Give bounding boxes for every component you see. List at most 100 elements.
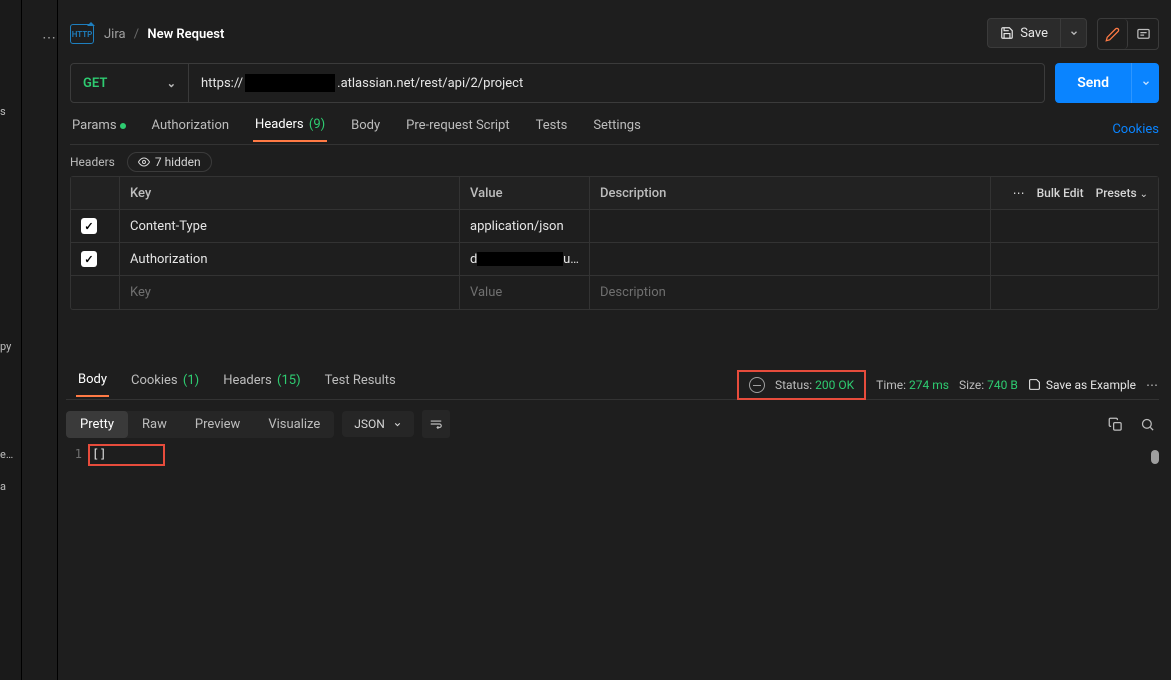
format-preview[interactable]: Preview: [181, 411, 254, 438]
header-desc-placeholder[interactable]: Description: [589, 276, 990, 309]
more-icon[interactable]: ⋯: [1146, 378, 1159, 392]
line-content: []: [92, 447, 106, 461]
header-row-new[interactable]: Key Value Description: [71, 276, 1158, 309]
search-button[interactable]: [1135, 412, 1159, 436]
body-toolbar: Pretty Raw Preview Visualize JSON: [66, 408, 1159, 440]
header-row[interactable]: ✓ Content-Type application/json: [71, 210, 1158, 243]
rail-fragment: py: [0, 340, 21, 353]
headers-table: Key Value Description ⋯ Bulk Edit Preset…: [70, 176, 1159, 310]
request-tabs: Params Authorization Headers (9) Body Pr…: [70, 115, 1159, 145]
header-value-cell[interactable]: du…: [459, 243, 589, 275]
rail-fragment: a: [0, 480, 6, 493]
save-icon: [1028, 378, 1041, 391]
header-value-placeholder[interactable]: Value: [459, 276, 589, 309]
request-row: GET ⌄ https://.atlassian.net/rest/api/2/…: [70, 63, 1159, 103]
tab-response-headers[interactable]: Headers (15): [221, 373, 302, 396]
url-input[interactable]: https://.atlassian.net/rest/api/2/projec…: [189, 64, 1044, 102]
status-highlight: Status: 200 OK: [737, 370, 866, 400]
comment-icon: [1136, 27, 1151, 42]
save-dropdown[interactable]: [1060, 19, 1086, 47]
response-body[interactable]: 1 []: [66, 444, 1159, 680]
presets-dropdown[interactable]: Presets ⌄: [1096, 186, 1148, 200]
chevron-down-icon: [1141, 78, 1151, 88]
language-select[interactable]: JSON: [342, 411, 414, 437]
tab-settings[interactable]: Settings: [591, 118, 642, 141]
left-rail: ⋯: [22, 0, 58, 680]
time-value: 274 ms: [909, 378, 949, 392]
format-pretty[interactable]: Pretty: [66, 411, 128, 438]
wrap-toggle[interactable]: [422, 410, 450, 438]
response-tabs: Body Cookies (1) Headers (15) Test Resul…: [66, 370, 1159, 400]
more-icon[interactable]: ⋯: [1013, 186, 1025, 200]
save-as-example-button[interactable]: Save as Example: [1028, 378, 1136, 392]
breadcrumb-collection[interactable]: Jira: [104, 27, 126, 42]
tab-response-body[interactable]: Body: [76, 372, 109, 397]
header-key-placeholder[interactable]: Key: [119, 276, 459, 309]
hidden-count-label: 7 hidden: [155, 155, 201, 169]
send-label: Send: [1055, 63, 1131, 103]
header-desc-cell[interactable]: [589, 210, 990, 242]
headers-table-head: Key Value Description ⋯ Bulk Edit Preset…: [71, 177, 1158, 210]
size-value: 740 B: [987, 378, 1018, 392]
http-icon: HTTP: [70, 24, 94, 44]
cookies-link[interactable]: Cookies: [1112, 122, 1159, 137]
send-button[interactable]: Send: [1055, 63, 1159, 103]
header-key-cell[interactable]: Content-Type: [119, 210, 459, 242]
edit-button[interactable]: [1098, 19, 1128, 49]
checkbox-icon[interactable]: ✓: [81, 218, 97, 234]
tab-headers[interactable]: Headers (9): [253, 117, 327, 142]
header-key-cell[interactable]: Authorization: [119, 243, 459, 275]
save-as-example-label: Save as Example: [1046, 378, 1136, 392]
chevron-down-icon: [1069, 28, 1079, 38]
format-segmented: Pretty Raw Preview Visualize: [66, 411, 334, 438]
copy-icon: [1108, 417, 1123, 432]
tab-body[interactable]: Body: [349, 118, 382, 141]
tab-tests[interactable]: Tests: [534, 118, 570, 141]
comments-button[interactable]: [1128, 19, 1158, 49]
headers-section-label: Headers 7 hidden: [70, 152, 212, 172]
breadcrumb-current: New Request: [147, 27, 224, 42]
status-value: 200 OK: [815, 378, 854, 392]
save-icon: [1000, 26, 1014, 40]
headers-title: Headers: [70, 155, 115, 169]
scrollbar-thumb[interactable]: [1151, 450, 1159, 464]
topbar: HTTP Jira / New Request Save: [70, 18, 1159, 50]
tab-prerequest[interactable]: Pre-request Script: [404, 118, 511, 141]
status-label: Status:: [775, 378, 812, 392]
language-value: JSON: [354, 417, 385, 431]
globe-icon[interactable]: [749, 377, 765, 393]
format-visualize[interactable]: Visualize: [254, 411, 334, 438]
header-value-cell[interactable]: application/json: [459, 210, 589, 242]
method-url-group: GET ⌄ https://.atlassian.net/rest/api/2/…: [70, 63, 1045, 103]
save-button[interactable]: Save: [987, 18, 1087, 48]
rail-fragment: e…: [0, 448, 13, 461]
line-number: 1: [66, 447, 92, 461]
method-select[interactable]: GET ⌄: [71, 64, 189, 102]
headers-table-actions: ⋯ Bulk Edit Presets ⌄: [990, 177, 1158, 209]
col-value: Value: [459, 177, 589, 209]
tab-params[interactable]: Params: [70, 118, 128, 141]
header-row[interactable]: ✓ Authorization du…: [71, 243, 1158, 276]
col-description: Description: [589, 177, 990, 209]
tab-test-results[interactable]: Test Results: [323, 373, 398, 396]
bulk-edit-link[interactable]: Bulk Edit: [1037, 186, 1084, 200]
format-raw[interactable]: Raw: [128, 411, 181, 438]
rail-fragment: s: [0, 105, 6, 118]
url-suffix: .atlassian.net/rest/api/2/project: [337, 76, 523, 91]
tab-authorization[interactable]: Authorization: [150, 118, 232, 141]
code-line: 1 []: [66, 444, 1159, 464]
checkbox-icon[interactable]: ✓: [81, 251, 97, 267]
send-dropdown[interactable]: [1131, 63, 1159, 103]
hidden-headers-toggle[interactable]: 7 hidden: [127, 152, 212, 172]
url-redacted: [245, 74, 335, 92]
dot-indicator-icon: [120, 123, 126, 129]
copy-button[interactable]: [1103, 412, 1127, 436]
more-icon[interactable]: ⋯: [42, 30, 57, 46]
tab-response-cookies[interactable]: Cookies (1): [129, 373, 201, 396]
method-value: GET: [83, 76, 107, 91]
chevron-down-icon: ⌄: [167, 77, 176, 90]
response-meta: Status: 200 OK Time: 274 ms Size: 740 B …: [737, 370, 1159, 400]
value-redacted: [477, 252, 563, 266]
pencil-icon: [1105, 27, 1120, 42]
header-desc-cell[interactable]: [589, 243, 990, 275]
